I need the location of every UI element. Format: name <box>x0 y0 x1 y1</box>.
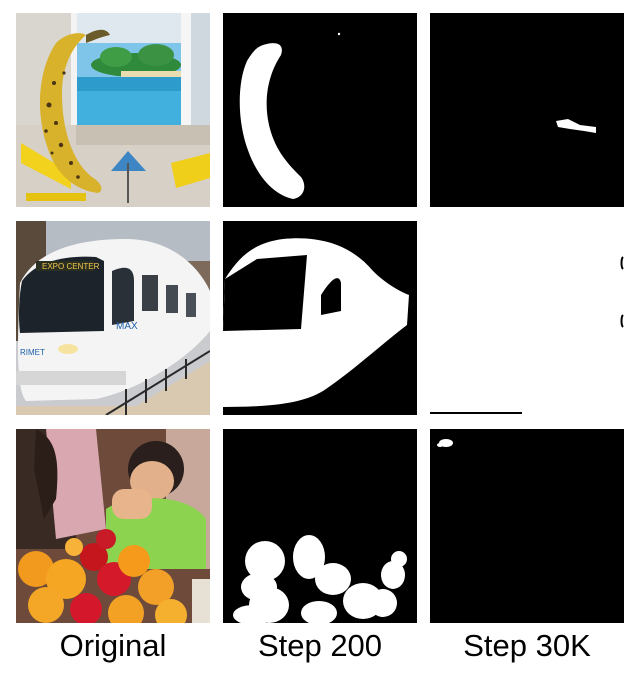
svg-text:MAX: MAX <box>116 321 138 332</box>
mask-shape <box>430 221 624 415</box>
fruit-photo-illustration <box>16 429 210 623</box>
banana-photo-illustration <box>16 13 210 207</box>
mask-shape <box>223 221 417 415</box>
mask-shape <box>430 13 624 207</box>
train-photo-illustration: EXPO CENTER MAX RIMET <box>16 221 210 415</box>
column-label-original: Original <box>59 628 167 663</box>
mask-step-200-fruit <box>223 429 417 623</box>
mask-step-200-banana <box>223 13 417 207</box>
original-image-fruit <box>16 429 210 623</box>
mask-shape <box>430 429 624 623</box>
svg-text:EXPO CENTER: EXPO CENTER <box>42 262 100 271</box>
original-image-banana <box>16 13 210 207</box>
column-label-step-30k: Step 30K <box>463 628 591 663</box>
mask-step-200-train <box>223 221 417 415</box>
mask-step-30k-fruit <box>430 429 624 623</box>
mask-shape <box>223 13 417 207</box>
mask-step-30k-banana <box>430 13 624 207</box>
original-image-train: EXPO CENTER MAX RIMET <box>16 221 210 415</box>
mask-step-30k-train <box>430 221 624 415</box>
mask-shape <box>223 429 417 623</box>
svg-text:RIMET: RIMET <box>20 348 45 357</box>
column-label-step-200: Step 200 <box>257 628 383 663</box>
